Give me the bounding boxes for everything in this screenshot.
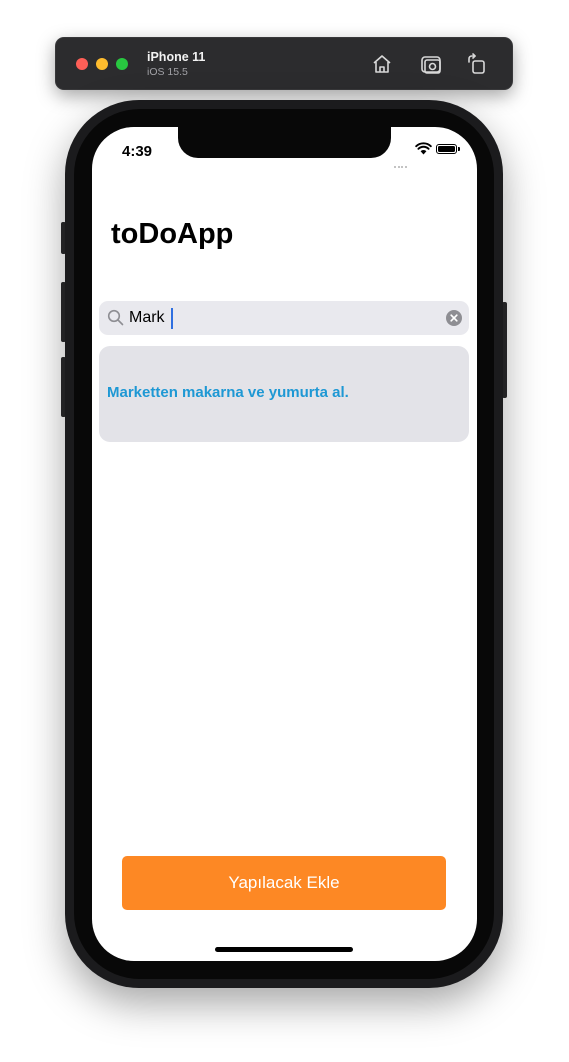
device-screen: 4:39 toDoApp Mark Marketten makarna ve y… [92, 127, 477, 961]
rotate-icon[interactable] [465, 52, 489, 76]
clear-search-icon[interactable] [446, 310, 462, 326]
os-version: iOS 15.5 [147, 66, 188, 78]
todo-item[interactable]: Marketten makarna ve yumurta al. [99, 346, 469, 442]
page-title: toDoApp [111, 218, 234, 250]
cellular-signal-icon [394, 150, 414, 168]
search-input[interactable]: Mark [129, 301, 165, 335]
simulator-title-bar: iPhone 11 iOS 15.5 [55, 37, 513, 90]
battery-icon [436, 144, 460, 154]
close-window-button[interactable] [76, 58, 88, 70]
todo-item-text: Marketten makarna ve yumurta al. [107, 384, 349, 401]
simulator-window: iPhone 11 iOS 15.5 4:39 toDoApp Mark Mar… [0, 0, 569, 1062]
minimize-window-button[interactable] [96, 58, 108, 70]
status-time: 4:39 [122, 143, 153, 160]
zoom-window-button[interactable] [116, 58, 128, 70]
add-todo-button[interactable]: Yapılacak Ekle [122, 856, 446, 910]
wifi-icon [415, 142, 432, 155]
notch [178, 127, 391, 158]
home-indicator[interactable] [215, 947, 353, 952]
search-bar[interactable]: Mark [99, 301, 469, 335]
home-icon[interactable] [370, 52, 394, 76]
device-name: iPhone 11 [147, 50, 206, 64]
screenshot-icon[interactable] [419, 52, 443, 76]
text-cursor [171, 308, 173, 329]
search-icon [107, 309, 124, 326]
